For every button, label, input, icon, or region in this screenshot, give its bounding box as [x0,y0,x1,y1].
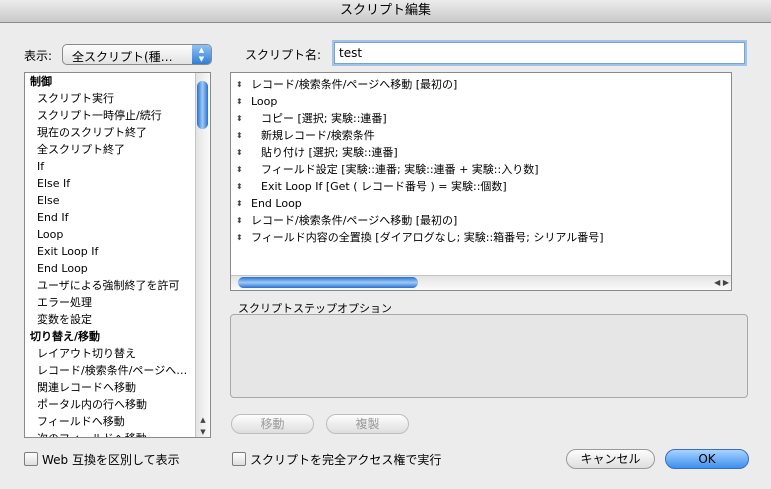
script-line-text: フィールド設定 [実験::連番; 実験::連番 + 実験::入り数] [261,163,539,176]
step-list-item[interactable]: 変数を設定 [25,311,197,328]
script-name-label: スクリプト名: [245,48,322,62]
drag-handle-icon[interactable]: ⬍ [236,161,243,178]
script-line-text: レコード/検索条件/ページへ移動 [最初の] [251,78,458,91]
web-compat-checkbox[interactable]: Web 互換を区別して表示 [24,451,180,468]
drag-handle-icon[interactable]: ⬍ [236,144,243,161]
web-compat-label: Web 互換を区別して表示 [42,453,180,467]
drag-handle-icon[interactable]: ⬍ [236,127,243,144]
script-step-list[interactable]: 制御スクリプト実行 スクリプト一時停止/続行 現在のスクリプト終了 全スクリプト終了 I… [24,72,211,438]
step-list-item[interactable]: フィールドへ移動 [25,413,197,430]
ok-button[interactable]: OK [665,449,749,469]
scroll-down-arrow-icon[interactable]: ▼ [196,428,210,436]
scroll-left-right-arrows-icon[interactable]: ◀ ▶ [714,276,729,289]
step-category-header: 制御 [30,75,52,88]
step-list-item[interactable]: レイアウト切り替え [25,345,197,362]
drag-handle-icon[interactable]: ⬍ [236,195,243,212]
script-line-text: フィールド内容の全置換 [ダイアログなし; 実験::箱番号; シリアル番号] [251,231,604,244]
step-list-item[interactable]: スクリプト一時停止/続行 [25,107,197,124]
step-list-item[interactable]: Else [25,192,197,209]
drag-handle-icon[interactable]: ⬍ [236,93,243,110]
view-label: 表示: [24,49,53,63]
drag-handle-icon[interactable]: ⬍ [236,229,243,246]
drag-handle-icon[interactable]: ⬍ [236,178,243,195]
full-access-label: スクリプトを完全アクセス権で実行 [250,453,442,467]
step-list-item[interactable]: レコード/検索条件/ページへ… [25,362,197,379]
step-list-item[interactable]: Loop [25,226,197,243]
editor-horizontal-scrollbar[interactable]: ◀ ▶ [231,275,731,290]
drag-handle-icon[interactable]: ⬍ [236,212,243,229]
script-editor[interactable]: ⬍ レコード/検索条件/ページへ移動 [最初の] ⬍ Loop ⬍ コピー [選択; 実験… [230,72,732,291]
script-line-text: 新規レコード/検索条件 [261,129,375,142]
cancel-button[interactable]: キャンセル [566,449,655,469]
step-list-scroll-thumb[interactable] [197,81,208,129]
view-popup[interactable]: 全スクリプト(種… ▲ ▼ [62,44,212,65]
step-list-item[interactable]: End If [25,209,197,226]
move-button[interactable]: 移動 [231,414,314,434]
step-list-item[interactable]: End Loop [25,260,197,277]
view-popup-value: 全スクリプト(種… [72,50,173,64]
script-name-field[interactable] [334,42,745,64]
step-list-item[interactable]: ポータル内の行へ移動 [25,396,197,413]
step-list-item[interactable]: Else If [25,175,197,192]
checkbox-icon [24,452,38,466]
script-line-text: Exit Loop If [Get ( レコード番号 ) = 実験::個数] [261,180,507,193]
script-line-text: End Loop [251,197,302,210]
script-line-text: 貼り付け [選択; 実験::連番] [261,146,398,159]
updown-arrows-icon: ▲ ▼ [192,45,211,64]
step-list-item[interactable]: ユーザによる強制終了を許可 [25,277,197,294]
step-options-box [230,314,748,398]
step-list-item[interactable]: 次のフィールドへ移動 [25,430,197,437]
script-line-text: レコード/検索条件/ページへ移動 [最初の] [251,214,458,227]
step-list-item[interactable]: 全スクリプト終了 [25,141,197,158]
full-access-checkbox[interactable]: スクリプトを完全アクセス権で実行 [232,451,441,468]
script-line-text: Loop [251,95,278,108]
step-list-item[interactable]: Exit Loop If [25,243,197,260]
drag-handle-icon[interactable]: ⬍ [236,76,243,93]
step-list-item[interactable]: 関連レコードへ移動 [25,379,197,396]
step-list-item[interactable]: エラー処理 [25,294,197,311]
editor-scroll-thumb[interactable] [238,277,418,288]
script-line-text: コピー [選択; 実験::連番] [261,112,387,125]
step-category-header: 切り替え/移動 [30,330,101,343]
duplicate-button[interactable]: 複製 [326,414,409,434]
window-title: スクリプト編集 [0,0,771,23]
scroll-up-arrow-icon[interactable]: ▲ [196,416,210,424]
step-list-item[interactable]: スクリプト実行 [25,90,197,107]
checkbox-icon [232,452,246,466]
step-list-item[interactable]: If [25,158,197,175]
drag-handle-icon[interactable]: ⬍ [236,110,243,127]
step-list-item[interactable]: 現在のスクリプト終了 [25,124,197,141]
script-step-items: 制御スクリプト実行 スクリプト一時停止/続行 現在のスクリプト終了 全スクリプト終了 I… [25,73,197,437]
step-list-scrollbar[interactable]: ▲ ▼ [195,73,210,437]
